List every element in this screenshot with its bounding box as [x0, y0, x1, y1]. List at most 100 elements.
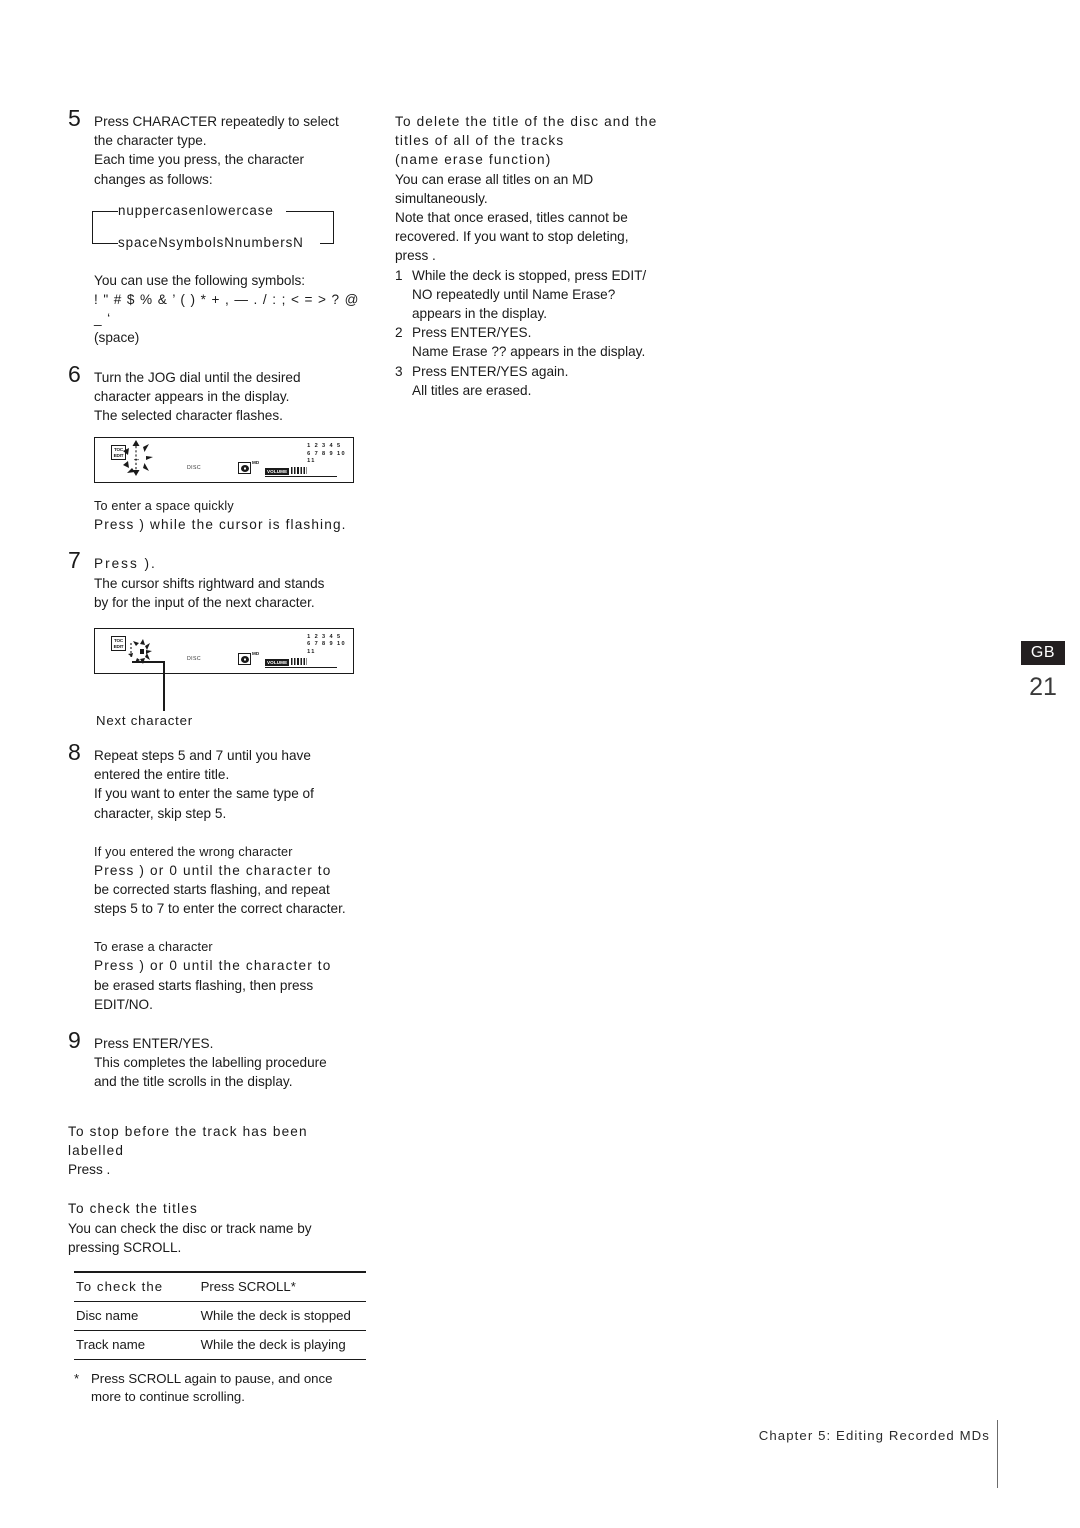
cycle-line-bottom-left [92, 242, 118, 245]
enter-space-tip-body: Press ) while the cursor is flashing. [94, 517, 347, 533]
name-erase-line-4: recovered. If you want to stop deleting, [395, 229, 629, 245]
erase-character-tip: To erase a character Press ) or 0 until … [68, 938, 368, 1014]
disc-indicator-label: DISC [187, 656, 201, 663]
erase-character-tip-line-2: be erased starts flashing, then press [94, 977, 314, 993]
toc-edit-indicator: TOC EDIT [111, 445, 126, 461]
footer-chapter-label: Chapter 5: Editing Recorded MDs [758, 1428, 990, 1443]
cycle-line-left-vertical [92, 210, 94, 243]
name-erase-step-2-number: 2 [395, 325, 403, 341]
step-8-line-1: Repeat steps 5 and 7 until you have [94, 748, 311, 764]
name-erase-step-1-number: 1 [395, 267, 403, 283]
name-erase-step-2: 2 Press ENTER/YES. Name Erase ?? appears… [395, 323, 695, 361]
stop-tip-heading-line-2: labelled [68, 1142, 125, 1158]
step-6-line-3: The selected character flashes. [94, 408, 283, 424]
erase-character-tip-heading: To erase a character [94, 940, 213, 955]
step-8-line-4: character, skip step 5. [94, 805, 227, 821]
symbols-list: ! " # $ % & ’ ( ) * + , — . / : ; < = > … [94, 292, 360, 327]
step-5-line-2: the character type. [94, 133, 207, 149]
step-9-line-3: and the title scrolls in the display. [94, 1074, 293, 1090]
track-row-3: 11 [307, 648, 316, 655]
toc-edit-indicator: TOC EDIT [111, 636, 126, 652]
step-6-line-2: character appears in the display. [94, 388, 290, 404]
stop-before-labelled-tip: To stop before the track has been labell… [68, 1122, 368, 1180]
manual-page: 5 Press CHARACTER repeatedly to select t… [0, 0, 1080, 1528]
volume-level-bars [291, 467, 307, 475]
step-5-number: 5 [68, 105, 81, 131]
enter-space-tip: To enter a space quickly Press ) while t… [68, 497, 368, 534]
check-titles-heading: To check the titles [68, 1201, 198, 1217]
disc-indicator-label: DISC [187, 465, 201, 472]
left-column: 5 Press CHARACTER repeatedly to select t… [68, 107, 368, 1407]
toc-label: TOC [113, 447, 123, 453]
name-erase-line-3: Note that once erased, titles cannot be [395, 210, 628, 226]
step-5: 5 Press CHARACTER repeatedly to select t… [68, 107, 368, 189]
name-erase-step-3-line-2: All titles are erased. [412, 382, 532, 398]
name-erase-step-1-line-2: NO repeatedly until Name Erase? [412, 286, 616, 302]
track-row-2: 6 7 8 9 10 [307, 641, 346, 648]
step-9-line-2: This completes the labelling procedure [94, 1055, 327, 1071]
step-6-line-1: Turn the JOG dial until the desired [94, 369, 301, 385]
track-row-3: 11 [307, 458, 316, 465]
callout-leader-horizontal [132, 661, 164, 663]
step-9: 9 Press ENTER/YES. This completes the la… [68, 1029, 368, 1092]
md-disc-icon [238, 462, 251, 475]
check-titles-section: To check the titles You can check the di… [68, 1199, 368, 1406]
footnote-line-1: Press SCROLL again to pause, and once [91, 1370, 333, 1386]
cycle-bottom-row: spaceNsymbolsNnumbersN [118, 234, 304, 250]
step-5-line-3: Each time you press, the character [94, 152, 305, 168]
name-erase-line-2: simultaneously. [395, 190, 488, 206]
name-erase-step-2-line-1: Press ENTER/YES. [412, 325, 532, 341]
volume-baseline-rule [265, 476, 337, 478]
name-erase-step-1: 1 While the deck is stopped, press EDIT/… [395, 266, 695, 324]
erase-character-tip-line-1: Press ) or 0 until the character to [94, 958, 332, 974]
name-erase-step-2-line-2: Name Erase ?? appears in the display. [412, 344, 646, 360]
step-7: 7 Press ). The cursor shifts rightward a… [68, 549, 368, 612]
md-disc-icon [238, 653, 251, 666]
step-8-line-3: If you want to enter the same type of [94, 786, 314, 802]
toc-label: TOC [113, 638, 123, 644]
table-header-col-1-text: To check the [76, 1278, 164, 1294]
step-8-number: 8 [68, 739, 81, 766]
step-8-line-2: entered the entire title. [94, 767, 230, 783]
name-erase-step-3-line-1: Press ENTER/YES again. [412, 363, 569, 379]
cycle-line-bottom-right [320, 242, 334, 245]
callout-leader-vertical [163, 661, 165, 712]
character-type-cycle-diagram: nuppercasenlowercase spaceNsymbolsNnumbe… [90, 203, 338, 259]
track-row-2: 6 7 8 9 10 [307, 450, 346, 457]
step-6-body: Turn the JOG dial until the desired char… [94, 368, 368, 426]
step-7-line-2: by for the input of the next character. [94, 594, 315, 610]
page-number: 21 [1029, 673, 1057, 701]
step-6-number: 6 [68, 360, 81, 387]
volume-baseline-rule [265, 667, 337, 669]
footnote-marker: * [74, 1370, 80, 1386]
check-titles-line-1: You can check the disc or track name by [68, 1220, 312, 1236]
name-erase-step-3-number: 3 [395, 363, 403, 379]
wrong-character-tip-line-1: Press ) or 0 until the character to [94, 862, 332, 878]
edit-label: EDIT [113, 644, 124, 650]
footer-vertical-rule [997, 1420, 999, 1488]
cycle-top-row: nuppercasenlowercase [118, 202, 274, 218]
name-erase-section: To delete the title of the disc and the … [395, 112, 695, 400]
right-column: To delete the title of the disc and the … [395, 112, 695, 400]
name-erase-heading-line-3: (name erase function) [395, 152, 552, 168]
table-row: Track name While the deck is playing [74, 1329, 366, 1360]
step-7-figure: TOC EDIT DISC MD VOLUME 1 2 3 4 5 6 7 8 … [68, 628, 368, 740]
cycle-line-right-vertical [333, 210, 335, 243]
wrong-character-tip-heading: If you entered the wrong character [94, 844, 293, 859]
table-cell-disc-name: Disc name [74, 1300, 195, 1330]
name-erase-step-3: 3 Press ENTER/YES again. All titles are … [395, 362, 695, 400]
name-erase-step-1-line-3: appears in the display. [412, 306, 548, 322]
edit-label: EDIT [113, 453, 124, 459]
track-row-1: 1 2 3 4 5 [307, 443, 342, 450]
volume-level-bars [291, 658, 307, 666]
volume-label: VOLUME [265, 468, 290, 476]
wrong-character-tip-line-2: be corrected starts flashing, and repeat [94, 882, 330, 898]
table-cell-track-condition: While the deck is playing [194, 1329, 366, 1360]
deck-display-graphic-step7: TOC EDIT DISC MD VOLUME 1 2 3 4 5 6 7 8 … [94, 628, 354, 675]
step-5-line-4: changes as follows: [94, 171, 213, 187]
track-number-grid: 1 2 3 4 5 6 7 8 9 10 11 [307, 634, 346, 656]
step-7-number: 7 [68, 547, 81, 574]
step-7-line-1: The cursor shifts rightward and stands [94, 575, 325, 591]
table-header-col-2: Press SCROLL* [194, 1270, 366, 1301]
check-titles-table: To check the Press SCROLL* Disc name Whi… [74, 1270, 366, 1360]
